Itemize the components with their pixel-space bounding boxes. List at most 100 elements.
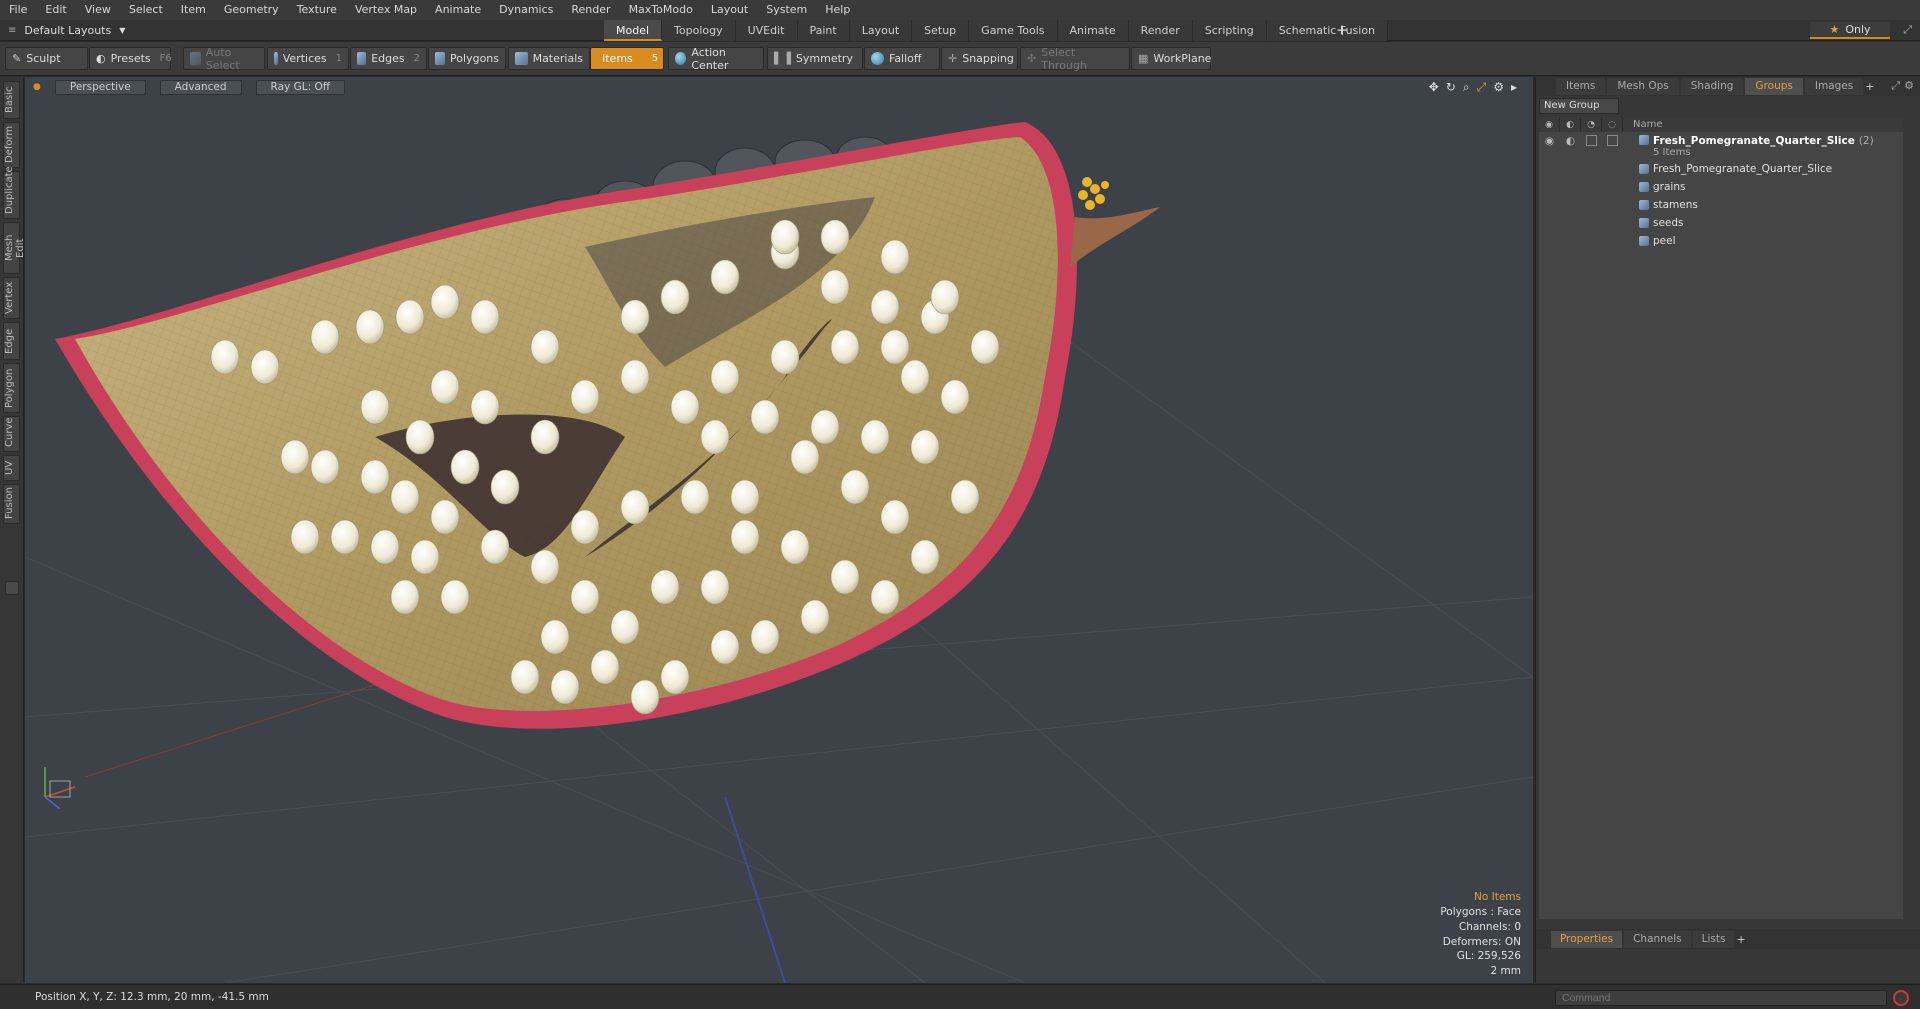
sculpt-button[interactable]: ✎ Sculpt — [5, 47, 88, 70]
expand-icon[interactable]: ⤢ — [1903, 23, 1912, 37]
menu-item-help[interactable]: Help — [816, 0, 859, 20]
tab-render[interactable]: Render — [1128, 20, 1193, 41]
new-group-button[interactable]: New Group — [1539, 98, 1619, 114]
groups-panel: Items Mesh Ops Shading Groups Images + ⤢ ⚙ Ne… — [1535, 77, 1920, 983]
falloff-button[interactable]: Falloff — [864, 47, 940, 70]
menu-item-file[interactable]: File — [0, 0, 36, 20]
layouts-dropdown[interactable]: Default Layouts ▼ — [24, 24, 174, 37]
group-child-row[interactable]: Fresh_Pomegranate_Quarter_Slice — [1539, 160, 1903, 178]
menu-item-select[interactable]: Select — [120, 0, 172, 20]
panel-settings-icon[interactable]: ⚙ — [1904, 79, 1914, 92]
props-tab-properties[interactable]: Properties — [1551, 930, 1623, 948]
tab-animate[interactable]: Animate — [1057, 20, 1129, 41]
auto-select-button[interactable]: Auto Select — [183, 46, 265, 72]
raygl-button[interactable]: Ray GL: Off — [255, 79, 345, 95]
list-header: ◉ ◐ ◔ ◌ Name — [1539, 117, 1903, 132]
render-column-icon[interactable]: ◐ — [1560, 117, 1581, 132]
tab-uvedit[interactable]: UVEdit — [735, 20, 798, 41]
left-tab-uv[interactable]: UV — [3, 455, 20, 481]
zoom-icon[interactable]: ⌕ — [1463, 80, 1470, 95]
group-child-row[interactable]: peel — [1539, 232, 1903, 250]
presets-button[interactable]: ◐ Presets F6 — [89, 47, 172, 70]
panel-tab-shading[interactable]: Shading — [1680, 78, 1744, 95]
only-toggle[interactable]: ★ Only — [1810, 22, 1890, 39]
left-tab-edge[interactable]: Edge — [3, 322, 20, 360]
items-button[interactable]: Items 5 — [590, 47, 664, 70]
menu-item-dynamics[interactable]: Dynamics — [490, 0, 562, 20]
perspective-button[interactable]: Perspective — [54, 79, 146, 95]
lock-checkbox[interactable] — [1586, 135, 1597, 146]
props-tab-lists[interactable]: Lists — [1692, 930, 1735, 948]
record-button[interactable] — [1893, 990, 1909, 1006]
snapping-button[interactable]: ✛ Snapping — [941, 47, 1018, 70]
panel-tab-images[interactable]: Images — [1804, 78, 1864, 95]
action-center-button[interactable]: Action Center — [668, 46, 764, 72]
tab-layout[interactable]: Layout — [849, 20, 913, 41]
play-arrow-icon[interactable]: ▸ — [1511, 80, 1517, 95]
group-name: Fresh_Pomegranate_Quarter_Slice — [1653, 135, 1855, 147]
menu-item-maxtomodo[interactable]: MaxToModo — [620, 0, 702, 20]
panel-tab-groups[interactable]: Groups — [1745, 78, 1803, 95]
add-props-tab-icon[interactable]: + — [1736, 933, 1745, 946]
menu-item-system[interactable]: System — [757, 0, 816, 20]
visibility-column-icon[interactable]: ◉ — [1539, 117, 1560, 132]
select-checkbox[interactable] — [1607, 135, 1618, 146]
select-through-button[interactable]: ✣ Select Through — [1020, 46, 1130, 72]
props-tab-channels[interactable]: Channels — [1624, 930, 1691, 948]
tab-setup[interactable]: Setup — [912, 20, 970, 41]
tab-paint[interactable]: Paint — [797, 20, 850, 41]
menu-item-texture[interactable]: Texture — [288, 0, 346, 20]
edges-button[interactable]: Edges 2 — [350, 47, 427, 70]
rotate-icon[interactable]: ↻ — [1446, 80, 1456, 95]
viewport-menu-dot[interactable]: ● — [33, 82, 41, 92]
menu-item-geometry[interactable]: Geometry — [215, 0, 288, 20]
pan-icon[interactable]: ✥ — [1429, 80, 1439, 95]
materials-button[interactable]: Materials — [508, 47, 590, 70]
tab-model[interactable]: Model — [604, 20, 663, 41]
render-toggle-icon[interactable]: ◐ — [1560, 135, 1581, 147]
add-tab-icon[interactable]: + — [1336, 21, 1349, 39]
menu-item-view[interactable]: View — [76, 0, 120, 20]
left-tab-basic[interactable]: Basic — [3, 81, 20, 119]
workplane-button[interactable]: ▦ WorkPlane — [1131, 47, 1211, 70]
menu-item-item[interactable]: Item — [172, 0, 215, 20]
layout-menu-icon[interactable]: ≡ — [8, 25, 16, 36]
group-child-row[interactable]: stamens — [1539, 196, 1903, 214]
left-tab-curve[interactable]: Curve — [3, 416, 20, 452]
panel-tab-items[interactable]: Items — [1556, 78, 1606, 95]
left-tab-polygon[interactable]: Polygon — [3, 363, 20, 413]
tab-game-tools[interactable]: Game Tools — [969, 20, 1058, 41]
menu-item-layout[interactable]: Layout — [702, 0, 757, 20]
menu-item-animate[interactable]: Animate — [426, 0, 490, 20]
fit-icon[interactable]: ⤢ — [1477, 80, 1487, 95]
tab-topology[interactable]: Topology — [662, 20, 736, 41]
menu-item-edit[interactable]: Edit — [36, 0, 75, 20]
menu-item-vertex-map[interactable]: Vertex Map — [346, 0, 426, 20]
group-child-row[interactable]: seeds — [1539, 214, 1903, 232]
left-strip-toggle[interactable] — [5, 581, 19, 595]
advanced-button[interactable]: Advanced — [159, 79, 242, 95]
left-tab-duplicate[interactable]: Duplicate — [3, 166, 20, 219]
group-root-row[interactable]: ◉ ◐ Fresh_Pomegranate_Quarter_Slice (2) … — [1539, 132, 1903, 160]
vertices-button[interactable]: Vertices 1 — [267, 47, 349, 70]
left-tab-vertex[interactable]: Vertex — [3, 277, 20, 319]
left-tab-deform[interactable]: Deform — [3, 122, 20, 168]
seed — [430, 369, 460, 405]
add-panel-tab-icon[interactable]: + — [1865, 80, 1874, 93]
lock-column-icon[interactable]: ◔ — [1581, 117, 1602, 132]
polygons-button[interactable]: Polygons — [428, 47, 506, 70]
group-child-row[interactable]: grains — [1539, 178, 1903, 196]
command-input[interactable] — [1555, 990, 1887, 1006]
left-tab-mesh-edit[interactable]: Mesh Edit — [3, 222, 26, 274]
left-tab-fusion[interactable]: Fusion — [3, 484, 20, 524]
settings-gear-icon[interactable]: ⚙ — [1493, 80, 1504, 95]
tab-schematic-fusion[interactable]: Schematic Fusion — [1266, 20, 1389, 41]
symmetry-button[interactable]: ▌▐ Symmetry — [767, 47, 863, 70]
tab-scripting[interactable]: Scripting — [1192, 20, 1267, 41]
visibility-eye-icon[interactable]: ◉ — [1539, 135, 1560, 147]
panel-expand-icon[interactable]: ⤢ — [1891, 79, 1900, 93]
3d-viewport[interactable]: ● Perspective Advanced Ray GL: Off ✥ ↻ ⌕… — [25, 77, 1533, 983]
menu-item-render[interactable]: Render — [562, 0, 619, 20]
panel-tab-mesh-ops[interactable]: Mesh Ops — [1607, 78, 1679, 95]
select-column-icon[interactable]: ◌ — [1602, 117, 1623, 132]
